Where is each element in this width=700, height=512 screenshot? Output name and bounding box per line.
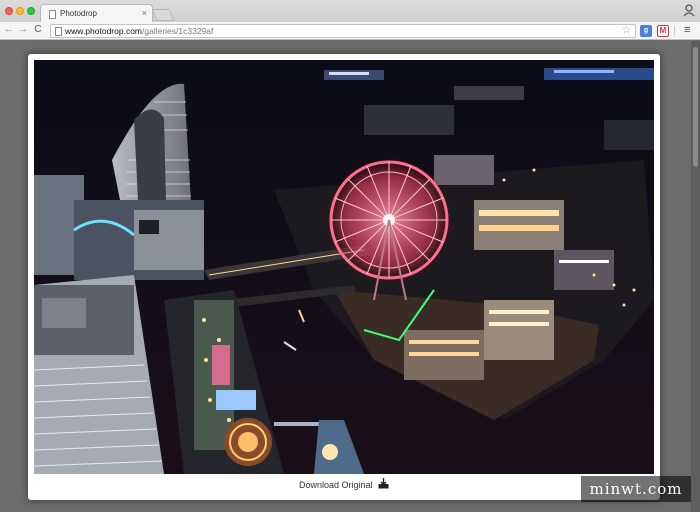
tab-photodrop[interactable]: Photodrop × <box>40 4 153 23</box>
zoom-window-button[interactable] <box>27 7 35 15</box>
menu-icon[interactable]: ≡ <box>684 24 690 36</box>
translate-icon[interactable]: g <box>640 25 652 37</box>
reload-button[interactable]: C <box>32 24 44 35</box>
url-text[interactable]: www.photodrop.com/galleries/1c3329af <box>65 26 213 36</box>
download-original-link[interactable]: Download Original <box>299 480 373 490</box>
scrollbar-thumb[interactable] <box>693 47 698 167</box>
gmail-icon[interactable]: M <box>657 25 669 37</box>
url-host: www.photodrop.com <box>65 26 143 36</box>
minimize-window-button[interactable] <box>16 7 24 15</box>
address-bar[interactable]: www.photodrop.com/galleries/1c3329af ☆ <box>50 24 636 38</box>
close-tab-icon[interactable]: × <box>142 8 147 18</box>
toolbar-divider <box>674 26 675 36</box>
forward-button[interactable]: → <box>17 23 29 35</box>
tab-title: Photodrop <box>60 9 97 18</box>
tab-strip: Photodrop × <box>0 0 700 23</box>
photo-lightbox: Download Original <box>28 54 660 500</box>
cityscape-image <box>34 60 654 474</box>
bookmark-star-icon[interactable]: ☆ <box>622 25 631 36</box>
page-icon <box>55 27 62 36</box>
scrollbar[interactable] <box>691 41 700 512</box>
download-icon[interactable] <box>378 478 389 489</box>
close-window-button[interactable] <box>5 7 13 15</box>
browser-toolbar: ← → C www.photodrop.com/galleries/1c3329… <box>0 22 700 40</box>
url-path: /galleries/1c3329af <box>142 26 214 36</box>
new-tab-button[interactable] <box>151 9 175 21</box>
back-button[interactable]: ← <box>3 23 15 35</box>
gallery-photo[interactable] <box>34 60 654 474</box>
watermark: minwt.com <box>581 476 691 502</box>
page-icon <box>49 10 56 19</box>
profile-icon[interactable] <box>682 3 696 17</box>
